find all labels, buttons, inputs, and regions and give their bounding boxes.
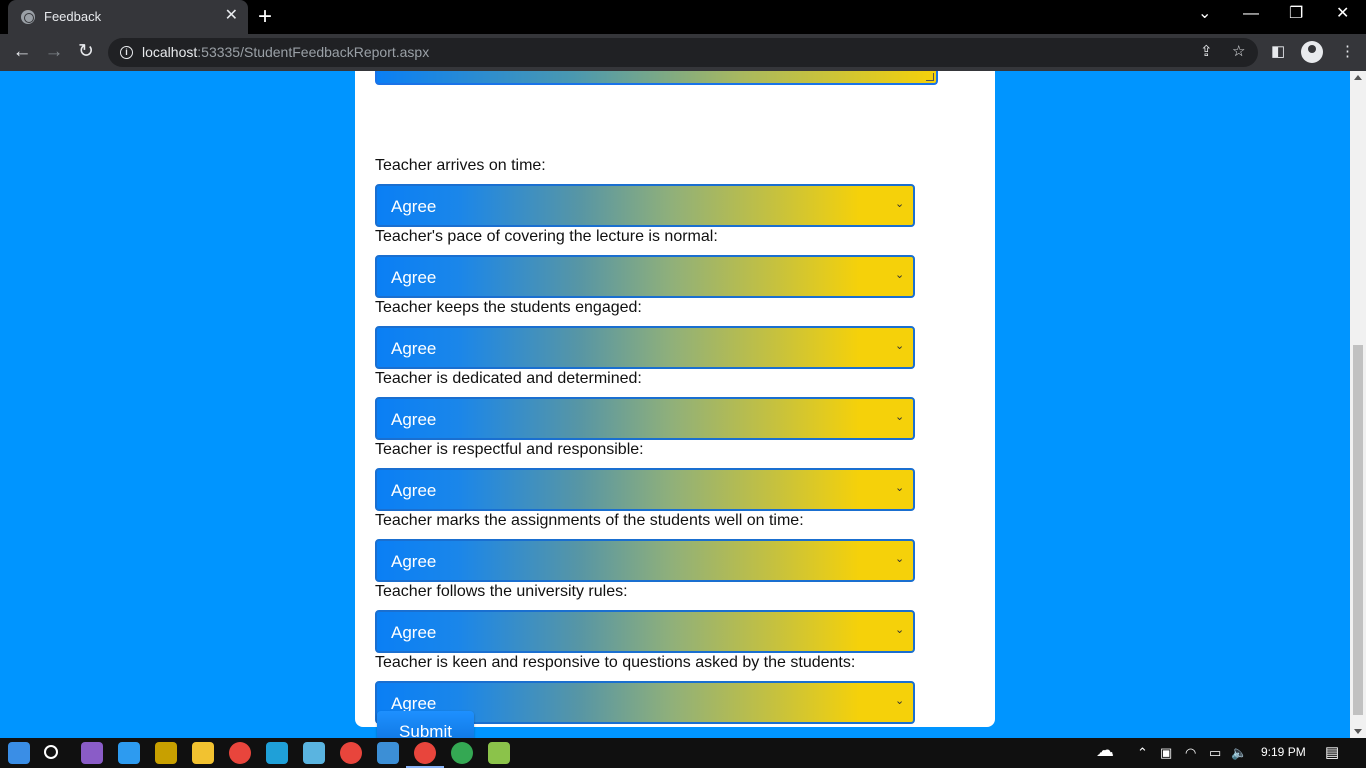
new-tab-button[interactable]: +	[258, 3, 272, 31]
visual-studio-icon[interactable]	[81, 742, 103, 764]
question-select[interactable]: Agree ⌄	[375, 255, 915, 298]
chrome-2-icon[interactable]	[340, 742, 362, 764]
bookmark-star-icon[interactable]: ☆	[1232, 43, 1245, 61]
menu-kebab-icon[interactable]: ⋮	[1340, 42, 1355, 62]
notepad-icon[interactable]	[303, 742, 325, 764]
question-select[interactable]: Agree ⌄	[375, 539, 915, 582]
chrome-icon[interactable]	[229, 742, 251, 764]
question-label: Teacher marks the assignments of the stu…	[375, 512, 804, 529]
tab-search-icon[interactable]: ⌄	[1198, 3, 1211, 25]
submit-button[interactable]: Submit	[377, 711, 474, 738]
meet-now-icon[interactable]: ▣	[1160, 745, 1172, 761]
question-label: Teacher follows the university rules:	[375, 583, 628, 600]
wifi-icon[interactable]: ◠	[1185, 745, 1196, 761]
side-panel-icon[interactable]: ◧	[1271, 42, 1285, 62]
chevron-down-icon: ⌄	[895, 269, 905, 281]
weather-icon[interactable]: ☁	[1096, 741, 1114, 759]
forward-arrow-icon[interactable]: →	[42, 40, 66, 64]
chrome-3-icon[interactable]	[451, 742, 473, 764]
address-bar[interactable]: i localhost:53335/StudentFeedbackReport.…	[108, 38, 1258, 67]
browser-toolbar: ← → ↻ i localhost:53335/StudentFeedbackR…	[0, 34, 1366, 71]
question-label: Teacher's pace of covering the lecture i…	[375, 228, 718, 245]
close-window-button[interactable]: ✕	[1336, 3, 1349, 25]
chevron-down-icon: ⌄	[895, 198, 905, 210]
chevron-down-icon: ⌄	[895, 340, 905, 352]
select-value: Agree	[391, 339, 437, 358]
tab-bar: Feedback ✕ + ⌄ — ❐ ✕	[0, 0, 1366, 34]
select-value: Agree	[391, 623, 437, 642]
chevron-down-icon: ⌄	[895, 411, 905, 423]
select-value: Agree	[391, 197, 437, 216]
page-scrollbar[interactable]	[1350, 71, 1366, 738]
minimize-button[interactable]: —	[1243, 3, 1259, 25]
chevron-down-icon: ⌄	[895, 553, 905, 565]
scrollbar-thumb[interactable]	[1353, 345, 1363, 715]
taskbar-clock[interactable]: 9:19 PM	[1261, 745, 1306, 759]
share-icon[interactable]: ⇪	[1200, 43, 1213, 61]
restore-button[interactable]: ❐	[1289, 3, 1303, 25]
windows-taskbar: ☁ ⌃ ▣ ◠ ▭ 🔈 9:19 PM ▤	[0, 738, 1366, 768]
tray-chevron-icon[interactable]: ⌃	[1137, 745, 1148, 761]
question-select[interactable]: Agree ⌄	[375, 397, 915, 440]
battery-icon[interactable]: ▭	[1209, 745, 1221, 761]
question-label: Teacher is respectful and responsible:	[375, 441, 644, 458]
chrome-active-icon[interactable]	[406, 742, 444, 768]
select-value: Agree	[391, 481, 437, 500]
info-icon[interactable]: i	[120, 46, 133, 59]
question-label: Teacher keeps the students engaged:	[375, 299, 642, 316]
question-label: Teacher is keen and responsive to questi…	[375, 654, 856, 671]
question-select[interactable]: Agree ⌄	[375, 184, 915, 227]
chevron-down-icon: ⌄	[895, 695, 905, 707]
file-explorer-icon[interactable]	[192, 742, 214, 764]
notepad-plus-icon[interactable]	[488, 742, 510, 764]
reload-icon[interactable]: ↻	[74, 40, 98, 64]
globe-icon	[21, 10, 35, 24]
question-label: Teacher is dedicated and determined:	[375, 370, 642, 387]
select-value: Agree	[391, 552, 437, 571]
scroll-down-arrow-icon[interactable]	[1354, 729, 1362, 734]
select-value: Agree	[391, 268, 437, 287]
chevron-down-icon: ⌄	[895, 482, 905, 494]
question-select[interactable]: Agree ⌄	[375, 610, 915, 653]
question-label: Teacher arrives on time:	[375, 157, 546, 174]
scroll-up-arrow-icon[interactable]	[1354, 75, 1362, 80]
question-select[interactable]: Agree ⌄	[375, 468, 915, 511]
browser-tab[interactable]: Feedback ✕	[8, 0, 248, 34]
chevron-down-icon: ⌄	[895, 624, 905, 636]
search-icon[interactable]	[44, 745, 58, 759]
tab-title: Feedback	[44, 9, 102, 24]
profile-avatar-icon[interactable]	[1301, 41, 1323, 63]
photos-icon[interactable]	[377, 742, 399, 764]
vscode-icon[interactable]	[118, 742, 140, 764]
windows-start-icon[interactable]	[8, 742, 30, 764]
page-viewport: Teacher arrives on time: Agree ⌄ Teacher's …	[0, 71, 1350, 738]
select-value: Agree	[391, 410, 437, 429]
comments-textarea[interactable]	[375, 71, 938, 85]
dosbox-icon[interactable]	[155, 742, 177, 764]
question-select[interactable]: Agree ⌄	[375, 326, 915, 369]
feedback-form-card: Teacher arrives on time: Agree ⌄ Teacher's …	[355, 71, 995, 738]
tab-close-icon[interactable]: ✕	[225, 7, 238, 25]
notification-icon[interactable]: ▤	[1325, 745, 1339, 761]
back-arrow-icon[interactable]: ←	[10, 40, 34, 64]
edge-icon[interactable]	[266, 742, 288, 764]
volume-icon[interactable]: 🔈	[1231, 745, 1247, 761]
url-text[interactable]: localhost:53335/StudentFeedbackReport.as…	[142, 44, 429, 60]
